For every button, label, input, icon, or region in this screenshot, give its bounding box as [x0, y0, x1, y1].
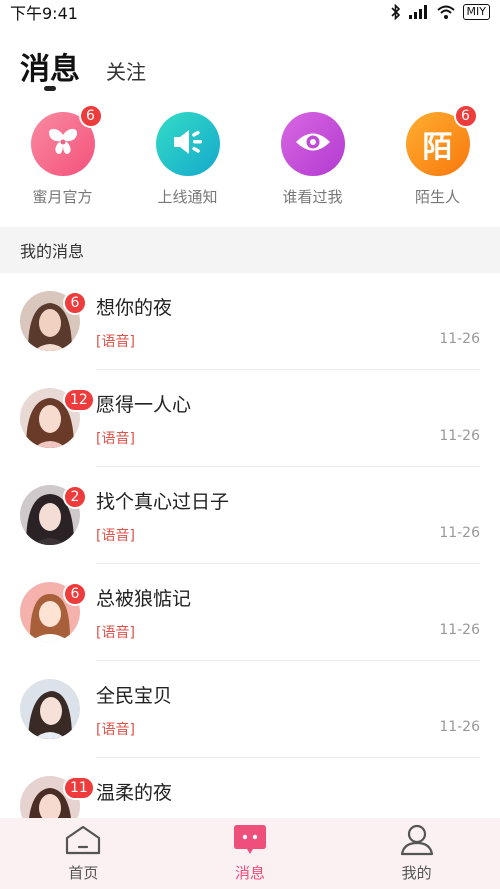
my-messages-section-header: 我的消息 — [0, 227, 500, 273]
eye-icon — [294, 129, 332, 159]
message-date: 11-26 — [439, 525, 480, 541]
shortcut-badge: 6 — [453, 104, 478, 128]
contact-name: 全民宝贝 — [96, 685, 173, 707]
contact-name: 找个真心过日子 — [96, 491, 230, 513]
unread-badge: 6 — [63, 291, 87, 315]
profile-icon — [398, 824, 436, 860]
nav-messages[interactable]: 消息 — [190, 824, 310, 883]
signal-icon — [408, 5, 429, 19]
voice-tag: [语音] — [96, 722, 135, 738]
carrier-badge: MIY — [462, 4, 490, 20]
header-tabs: 消息 关注 — [20, 44, 146, 91]
shortcut-circle: 6 — [30, 104, 103, 176]
status-bar: 下午9:41 MIY — [0, 0, 500, 24]
shortcut-online-notice[interactable]: 上线通知 — [133, 112, 243, 207]
list-item[interactable]: 6 总被狼惦记 [语音] 11-26 — [0, 564, 500, 661]
stranger-icon: 陌 — [422, 130, 453, 165]
message-date: 11-26 — [439, 622, 480, 638]
shortcut-honeymoon-official[interactable]: 6 蜜月官方 — [8, 104, 118, 207]
list-item[interactable]: 全民宝贝 [语音] 11-26 — [0, 661, 500, 758]
avatar — [20, 679, 80, 739]
status-time: 下午9:41 — [10, 4, 78, 23]
tab-follow-label: 关注 — [106, 60, 146, 84]
butterfly-icon — [46, 127, 80, 161]
voice-tag: [语音] — [96, 334, 135, 350]
section-title: 我的消息 — [20, 242, 85, 261]
message-list: 6 想你的夜 [语音] 11-26 12 愿得一人心 [语音] 11-26 2 … — [0, 273, 500, 818]
contact-name: 总被狼惦记 — [96, 588, 192, 610]
wifi-icon — [436, 5, 455, 19]
list-item[interactable]: 11 温柔的夜 — [0, 758, 500, 818]
speaker-icon — [170, 127, 206, 161]
shortcut-badge: 6 — [78, 104, 103, 128]
active-tab-indicator — [44, 86, 56, 91]
shortcut-circle: 陌 6 — [405, 104, 478, 176]
contact-name: 愿得一人心 — [96, 394, 192, 416]
bottom-nav: 首页 消息 我的 — [0, 818, 500, 889]
unread-badge: 2 — [63, 485, 87, 509]
message-date: 11-26 — [439, 331, 480, 347]
status-icons: MIY — [390, 4, 490, 20]
shortcut-label: 蜜月官方 — [32, 188, 93, 206]
voice-tag: [语音] — [96, 431, 135, 447]
nav-home[interactable]: 首页 — [23, 824, 143, 883]
nav-home-label: 首页 — [68, 864, 99, 882]
message-date: 11-26 — [439, 428, 480, 444]
home-icon — [64, 824, 102, 860]
list-item[interactable]: 12 愿得一人心 [语音] 11-26 — [0, 370, 500, 467]
tab-follow[interactable]: 关注 — [106, 56, 146, 85]
unread-badge: 6 — [63, 582, 87, 606]
contact-name: 温柔的夜 — [96, 782, 173, 804]
bluetooth-icon — [390, 4, 401, 20]
shortcut-circle — [155, 112, 220, 176]
shortcut-who-viewed-me[interactable]: 谁看过我 — [258, 112, 368, 207]
nav-me-label: 我的 — [401, 864, 432, 882]
unread-badge: 11 — [63, 776, 95, 800]
tab-messages-label: 消息 — [20, 52, 80, 87]
voice-tag: [语音] — [96, 625, 135, 641]
nav-messages-label: 消息 — [234, 864, 265, 882]
shortcut-strangers[interactable]: 陌 6 陌生人 — [383, 104, 493, 207]
contact-name: 想你的夜 — [96, 297, 173, 319]
message-date: 11-26 — [439, 719, 480, 735]
chat-icon — [231, 824, 269, 860]
shortcut-circle — [280, 112, 345, 176]
list-item[interactable]: 6 想你的夜 [语音] 11-26 — [0, 273, 500, 370]
nav-me[interactable]: 我的 — [357, 824, 477, 883]
shortcut-row: 6 蜜月官方 上线通知 谁看过我 陌 6 陌生人 — [0, 104, 500, 207]
unread-badge: 12 — [63, 388, 95, 412]
list-item[interactable]: 2 找个真心过日子 [语音] 11-26 — [0, 467, 500, 564]
shortcut-label: 陌生人 — [414, 188, 460, 206]
tab-messages[interactable]: 消息 — [20, 44, 80, 91]
voice-tag: [语音] — [96, 528, 135, 544]
shortcut-label: 谁看过我 — [282, 188, 343, 206]
shortcut-label: 上线通知 — [157, 188, 218, 206]
